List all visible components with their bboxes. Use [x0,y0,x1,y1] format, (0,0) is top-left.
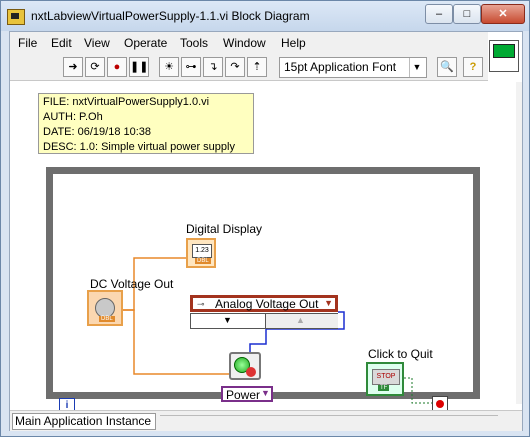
power-ring-constant[interactable]: Power ▼ [221,386,273,402]
menu-operate[interactable]: Operate [124,36,167,50]
labview-vi-icon [7,9,25,25]
close-button[interactable]: ✕ [481,4,525,24]
dc-voltage-type: DBL [99,316,115,322]
status-bar: Main Application Instance [10,410,522,431]
retain-wire-values-icon[interactable]: ⊶ [181,57,201,77]
menu-help[interactable]: Help [281,36,306,50]
plug-icon: ⊸ [197,299,205,309]
analog-voltage-ring[interactable]: ⊸ Analog Voltage Out ▼ [190,295,338,312]
help-icon[interactable]: ? [463,57,483,77]
font-select[interactable]: 15pt Application Font ▼ [279,57,427,78]
abort-icon[interactable]: ● [107,57,127,77]
step-over-icon[interactable]: ↷ [225,57,245,77]
vertical-scrollbar[interactable] [516,82,522,404]
stop-button-control[interactable]: STOP TF [366,362,404,396]
dc-voltage-knob-control[interactable]: DBL [87,290,123,326]
menu-file[interactable]: File [18,36,37,50]
red-terminal-icon [246,367,256,377]
digital-display-value: 1.23 [192,244,212,258]
menu-edit[interactable]: Edit [51,36,72,50]
font-select-value: 15pt Application Font [284,60,397,74]
digital-display-indicator[interactable]: 1.23 DBL [186,238,216,268]
power-label: Power [226,388,261,402]
horizontal-scrollbar[interactable] [160,415,498,428]
toolbar: ➜ ⟳ ● ❚❚ ☀ ⊶ ↴ ↷ ⇡ 15pt Application Font… [10,54,488,81]
stop-button-face: STOP [372,369,400,385]
vi-connector-icon[interactable] [489,40,519,72]
chevron-down-icon: ▼ [409,58,424,77]
array-empty-element: ▲ [265,314,338,328]
up-arrow-icon: ▲ [296,315,305,325]
click-to-quit-label: Click to Quit [368,347,433,361]
analog-voltage-array[interactable]: ▼ ▲ [190,313,338,329]
menu-tools[interactable]: Tools [180,36,208,50]
stop-type: TF [378,385,390,391]
highlight-execution-icon[interactable]: ☀ [159,57,179,77]
block-diagram-window: nxtLabviewVirtualPowerSupply-1.1.vi Bloc… [0,0,530,437]
step-out-icon[interactable]: ⇡ [247,57,267,77]
dc-voltage-label: DC Voltage Out [90,277,174,291]
chevron-down-icon: ▼ [261,388,270,398]
digital-display-label: Digital Display [186,222,263,236]
step-into-icon[interactable]: ↴ [203,57,223,77]
green-wire-stop [404,377,432,404]
client-area: File Edit View Operate Tools Window Help… [9,31,523,431]
application-instance-field[interactable]: Main Application Instance [12,413,156,430]
diagram-canvas[interactable]: FILE: nxtVirtualPowerSupply1.0.vi AUTH: … [10,82,516,414]
run-arrow-icon[interactable]: ➜ [63,57,83,77]
menu-view[interactable]: View [84,36,110,50]
title-bar: nxtLabviewVirtualPowerSupply-1.1.vi Bloc… [1,1,529,31]
down-arrow-icon: ▼ [223,315,232,325]
digital-display-type: DBL [195,258,211,264]
window-title: nxtLabviewVirtualPowerSupply-1.1.vi Bloc… [31,9,310,23]
analog-voltage-label: Analog Voltage Out [215,297,319,311]
wires [123,257,432,404]
run-continuous-icon[interactable]: ⟳ [85,57,105,77]
maximize-button[interactable]: □ [453,4,481,24]
menu-bar: File Edit View Operate Tools Window Help [10,32,488,54]
search-icon[interactable]: 🔍 [437,57,457,77]
minimize-button[interactable]: – [425,4,453,24]
menu-window[interactable]: Window [223,36,266,50]
chevron-down-icon: ▼ [324,298,333,308]
pause-icon[interactable]: ❚❚ [129,57,149,77]
power-led-node[interactable] [229,352,261,380]
knob-dial-icon [95,298,115,318]
